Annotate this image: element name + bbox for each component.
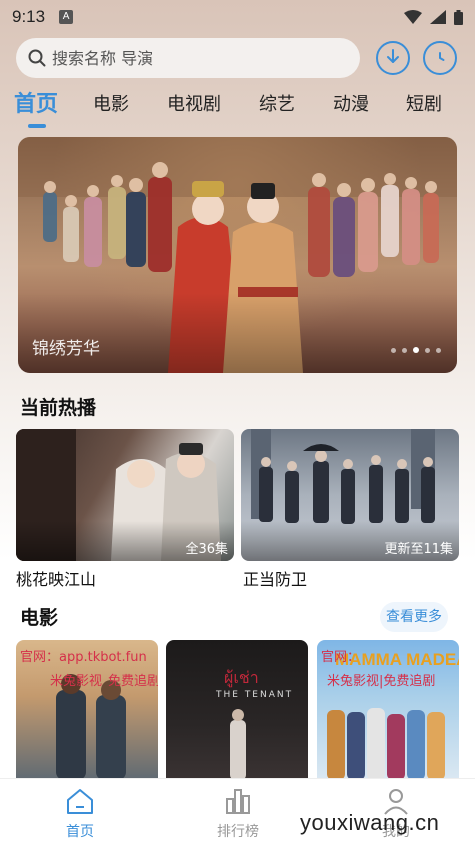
status-time: 9:13 — [12, 7, 46, 26]
tab-home[interactable]: 首页 — [14, 86, 58, 118]
show-card-thumbnail[interactable]: 全36集 — [16, 429, 234, 561]
movie-poster[interactable]: 官网：app.tkbot.fun 米兔影视 免费追剧 — [16, 640, 158, 780]
movie-poster[interactable]: ผู้เช่า THE TENANT — [166, 640, 308, 780]
episode-badge: 更新至11集 — [384, 542, 453, 557]
tab-indicator — [28, 124, 46, 128]
carousel-dots — [391, 347, 441, 353]
history-button[interactable] — [423, 41, 457, 75]
carousel-dot-active — [413, 347, 419, 353]
ranking-icon — [226, 789, 250, 814]
poster-title: ผู้เช่า — [224, 668, 259, 687]
nav-ranking[interactable]: 排行榜 — [198, 787, 278, 841]
tab-tv-series[interactable]: 电视剧 — [167, 90, 221, 116]
poster-subtitle: THE TENANT — [216, 690, 294, 700]
poster-watermark: 免费追剧 — [108, 674, 158, 689]
tab-anime[interactable]: 动漫 — [333, 90, 369, 116]
search-icon — [28, 49, 46, 67]
category-tabs: 首页 电影 电视剧 综艺 动漫 短剧 — [0, 86, 475, 132]
history-icon — [439, 52, 445, 61]
poster-watermark: 官网：app.tkbot.fun — [20, 650, 147, 665]
nav-label: 首页 — [66, 824, 94, 840]
search-row — [16, 38, 461, 78]
see-more-button[interactable]: 查看更多 — [380, 602, 448, 632]
carousel-dot — [425, 347, 430, 353]
carousel-dot — [402, 347, 407, 353]
show-title[interactable]: 正当防卫 — [243, 566, 307, 590]
show-card-thumbnail[interactable]: 更新至11集 — [241, 429, 459, 561]
episode-badge: 全36集 — [185, 542, 228, 557]
battery-icon — [454, 9, 463, 25]
tab-variety[interactable]: 综艺 — [259, 90, 295, 116]
poster-watermark: 米兔影视|免费追剧 — [327, 674, 436, 689]
show-title[interactable]: 桃花映江山 — [16, 566, 96, 590]
download-icon — [387, 49, 399, 63]
tab-movies[interactable]: 电影 — [93, 90, 129, 116]
tab-short-drama[interactable]: 短剧 — [406, 90, 442, 116]
banner-shade — [18, 293, 457, 373]
section-title-now-playing: 当前热播 — [20, 397, 97, 419]
download-button[interactable] — [376, 41, 410, 75]
search-box[interactable] — [16, 38, 360, 78]
poster-watermark: 米兔影视 — [50, 674, 103, 689]
carousel-dot — [391, 347, 396, 353]
section-title-movies: 电影 — [20, 607, 59, 629]
signal-icon — [430, 10, 446, 24]
home-icon — [67, 789, 93, 814]
movie-poster[interactable]: MAMMA MADEA 官网： 米兔影视|免费追剧 — [317, 640, 459, 780]
nav-label: 排行榜 — [217, 824, 259, 840]
nav-home[interactable]: 首页 — [40, 787, 120, 841]
banner-carousel[interactable]: 锦绣芳华 — [18, 137, 457, 373]
wifi-icon — [404, 10, 422, 24]
banner-title: 锦绣芳华 — [32, 339, 100, 359]
notification-icon: A — [59, 10, 74, 24]
poster-watermark: 官网： — [321, 650, 361, 665]
search-input[interactable] — [52, 48, 332, 68]
site-watermark: youxiwang.cn — [300, 810, 440, 835]
carousel-dot — [436, 347, 441, 353]
movie-poster-image — [230, 709, 246, 780]
status-bar: 9:13 A — [0, 0, 475, 34]
